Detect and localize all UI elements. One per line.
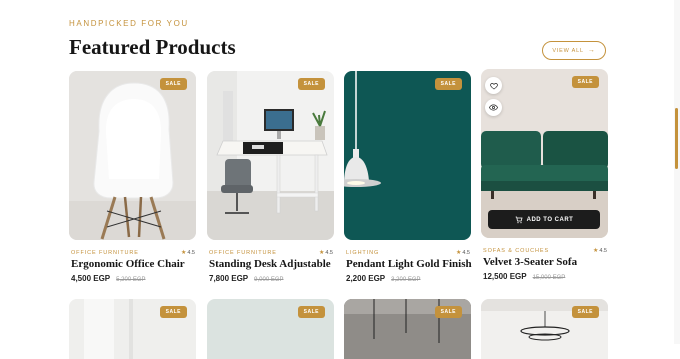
quick-view-button[interactable] bbox=[485, 99, 502, 116]
view-all-button[interactable]: VIEW ALL → bbox=[542, 41, 606, 60]
product-card[interactable]: SALE bbox=[69, 299, 196, 359]
product-category: SOFAS & COUCHES bbox=[483, 248, 550, 254]
product-price: 7,800 EGP bbox=[209, 274, 249, 283]
product-price-row: 7,800 EGP 9,000 EGP bbox=[209, 274, 284, 283]
rating-value: 4.5 bbox=[599, 248, 607, 254]
product-name[interactable]: Standing Desk Adjustable bbox=[209, 258, 331, 270]
eye-icon bbox=[489, 104, 498, 111]
product-card-hovered[interactable]: SALE ADD TO CART SOFAS & COUCHES ★4.5 Ve… bbox=[481, 69, 608, 281]
product-rating: ★4.5 bbox=[181, 249, 195, 256]
product-old-price: 9,000 EGP bbox=[254, 277, 284, 283]
product-image[interactable]: SALE bbox=[344, 71, 471, 240]
product-card[interactable]: SALE OFFICE FURNITURE ★4.5 Standing Desk… bbox=[207, 71, 334, 283]
product-card[interactable]: SALE OFFICE FURNITURE ★4.5 Ergonomic Off… bbox=[69, 71, 196, 283]
scrollbar-thumb[interactable] bbox=[675, 108, 678, 169]
section-title: Featured Products bbox=[69, 35, 236, 59]
star-icon: ★ bbox=[592, 248, 599, 254]
product-image[interactable]: SALE bbox=[69, 299, 196, 359]
product-image[interactable]: SALE bbox=[481, 299, 608, 359]
product-image[interactable]: SALE bbox=[344, 299, 471, 359]
product-old-price: 15,000 EGP bbox=[532, 275, 566, 281]
product-rating: ★4.5 bbox=[456, 249, 470, 256]
sale-badge: SALE bbox=[159, 306, 187, 318]
sale-badge: SALE bbox=[297, 78, 325, 90]
rating-value: 4.5 bbox=[462, 250, 470, 256]
product-price: 2,200 EGP bbox=[346, 274, 386, 283]
product-name[interactable]: Pendant Light Gold Finish bbox=[346, 258, 472, 270]
product-price-row: 4,500 EGP 5,200 EGP bbox=[71, 274, 146, 283]
product-old-price: 3,200 EGP bbox=[391, 277, 421, 283]
wishlist-button[interactable] bbox=[485, 77, 502, 94]
product-price: 12,500 EGP bbox=[483, 272, 527, 281]
sale-badge: SALE bbox=[571, 306, 599, 318]
product-price-row: 2,200 EGP 3,200 EGP bbox=[346, 274, 421, 283]
product-card[interactable]: SALE bbox=[207, 299, 334, 359]
sale-badge: SALE bbox=[434, 78, 462, 90]
heart-icon bbox=[489, 82, 498, 89]
desk-illustration bbox=[207, 71, 334, 240]
scrollbar-track[interactable] bbox=[674, 0, 680, 344]
star-icon: ★ bbox=[180, 250, 187, 256]
chair-illustration bbox=[69, 71, 196, 240]
product-name[interactable]: Ergonomic Office Chair bbox=[71, 258, 185, 270]
product-image[interactable]: SALE bbox=[69, 71, 196, 240]
product-rating: ★4.5 bbox=[319, 249, 333, 256]
cart-icon bbox=[515, 216, 523, 223]
product-image[interactable]: SALE bbox=[207, 71, 334, 240]
featured-products-section: HANDPICKED FOR YOU Featured Products VIE… bbox=[0, 0, 680, 359]
product-rating: ★4.5 bbox=[593, 247, 607, 254]
sale-badge: SALE bbox=[297, 306, 325, 318]
sale-badge: SALE bbox=[571, 76, 599, 88]
product-image[interactable]: SALE ADD TO CART bbox=[481, 69, 608, 238]
product-category: OFFICE FURNITURE bbox=[209, 250, 277, 256]
section-eyebrow: HANDPICKED FOR YOU bbox=[69, 19, 189, 28]
view-all-label: VIEW ALL bbox=[552, 47, 584, 54]
product-image[interactable]: SALE bbox=[207, 299, 334, 359]
add-to-cart-label: ADD TO CART bbox=[526, 216, 574, 223]
rating-value: 4.5 bbox=[187, 250, 195, 256]
sale-badge: SALE bbox=[159, 78, 187, 90]
star-icon: ★ bbox=[455, 250, 462, 256]
add-to-cart-button[interactable]: ADD TO CART bbox=[488, 210, 600, 229]
product-category: LIGHTING bbox=[346, 250, 380, 256]
product-old-price: 5,200 EGP bbox=[116, 277, 146, 283]
product-category: OFFICE FURNITURE bbox=[71, 250, 139, 256]
pendant-light-illustration bbox=[344, 71, 471, 240]
sale-badge: SALE bbox=[434, 306, 462, 318]
arrow-right-icon: → bbox=[587, 47, 596, 54]
product-price: 4,500 EGP bbox=[71, 274, 111, 283]
rating-value: 4.5 bbox=[325, 250, 333, 256]
product-name[interactable]: Velvet 3-Seater Sofa bbox=[483, 256, 577, 268]
product-price-row: 12,500 EGP 15,000 EGP bbox=[483, 272, 565, 281]
product-card[interactable]: SALE bbox=[481, 299, 608, 359]
product-card[interactable]: SALE bbox=[344, 299, 471, 359]
product-card[interactable]: SALE LIGHTING ★4.5 Pendant Light Gold Fi… bbox=[344, 71, 472, 283]
star-icon: ★ bbox=[318, 250, 325, 256]
